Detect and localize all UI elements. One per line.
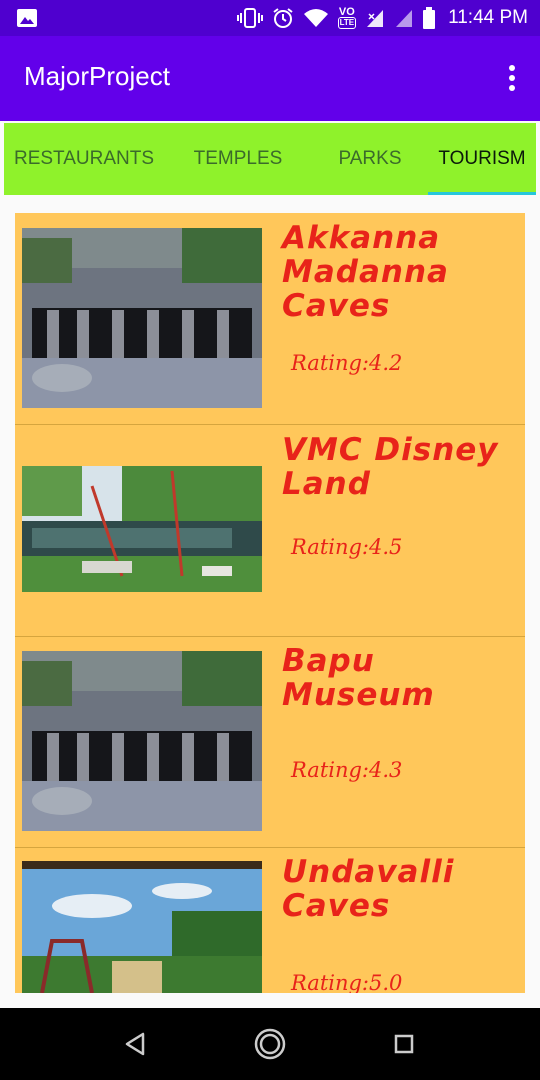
places-list[interactable]: Akkanna Madanna Caves Rating:4.2 VMC Dis… bbox=[15, 213, 525, 993]
alarm-icon bbox=[272, 8, 293, 28]
place-name: Akkanna Madanna Caves bbox=[282, 220, 449, 324]
cave-photo bbox=[22, 228, 262, 408]
list-item[interactable]: Akkanna Madanna Caves Rating:4.2 bbox=[15, 213, 525, 425]
tab-tourism[interactable]: TOURISM bbox=[428, 123, 536, 195]
cave-photo bbox=[22, 651, 262, 831]
overflow-menu-icon[interactable] bbox=[506, 64, 518, 92]
app-title: MajorProject bbox=[24, 61, 170, 91]
tab-restaurants[interactable]: RESTAURANTS bbox=[4, 123, 164, 195]
recents-icon[interactable] bbox=[386, 1026, 422, 1062]
battery-icon bbox=[423, 7, 436, 29]
place-rating: Rating:4.3 bbox=[291, 758, 403, 782]
list-item[interactable]: Undavalli Caves Rating:5.0 bbox=[15, 847, 525, 993]
app-bar: MajorProject bbox=[0, 36, 540, 121]
navigation-bar bbox=[0, 1008, 540, 1080]
tab-bar: RESTAURANTS TEMPLES PARKS TOURISM bbox=[4, 123, 536, 195]
status-time: 11:44 PM bbox=[448, 7, 528, 28]
place-name: Bapu Museum bbox=[282, 643, 435, 713]
place-rating: Rating:4.5 bbox=[291, 535, 403, 559]
tab-parks[interactable]: PARKS bbox=[312, 123, 428, 195]
place-name: Undavalli Caves bbox=[282, 854, 455, 924]
status-bar: VO LTE 11:44 PM bbox=[0, 0, 540, 36]
home-icon[interactable] bbox=[252, 1026, 288, 1062]
back-icon[interactable] bbox=[117, 1026, 153, 1062]
place-rating: Rating:4.2 bbox=[291, 351, 403, 375]
wifi-icon bbox=[303, 9, 328, 27]
place-name: VMC Disney Land bbox=[282, 432, 499, 502]
tab-temples[interactable]: TEMPLES bbox=[164, 123, 312, 195]
vibrate-icon bbox=[236, 8, 263, 28]
list-item[interactable]: VMC Disney Land Rating:4.5 bbox=[15, 425, 525, 637]
signal-icon bbox=[367, 10, 384, 27]
gallery-icon bbox=[17, 9, 37, 27]
signal-icon bbox=[396, 10, 413, 27]
list-item[interactable]: Bapu Museum Rating:4.3 bbox=[15, 636, 525, 848]
amusement-park-photo bbox=[22, 861, 262, 993]
volte-icon: VO LTE bbox=[337, 6, 357, 29]
place-rating: Rating:5.0 bbox=[291, 971, 403, 993]
park-photo bbox=[22, 466, 262, 592]
